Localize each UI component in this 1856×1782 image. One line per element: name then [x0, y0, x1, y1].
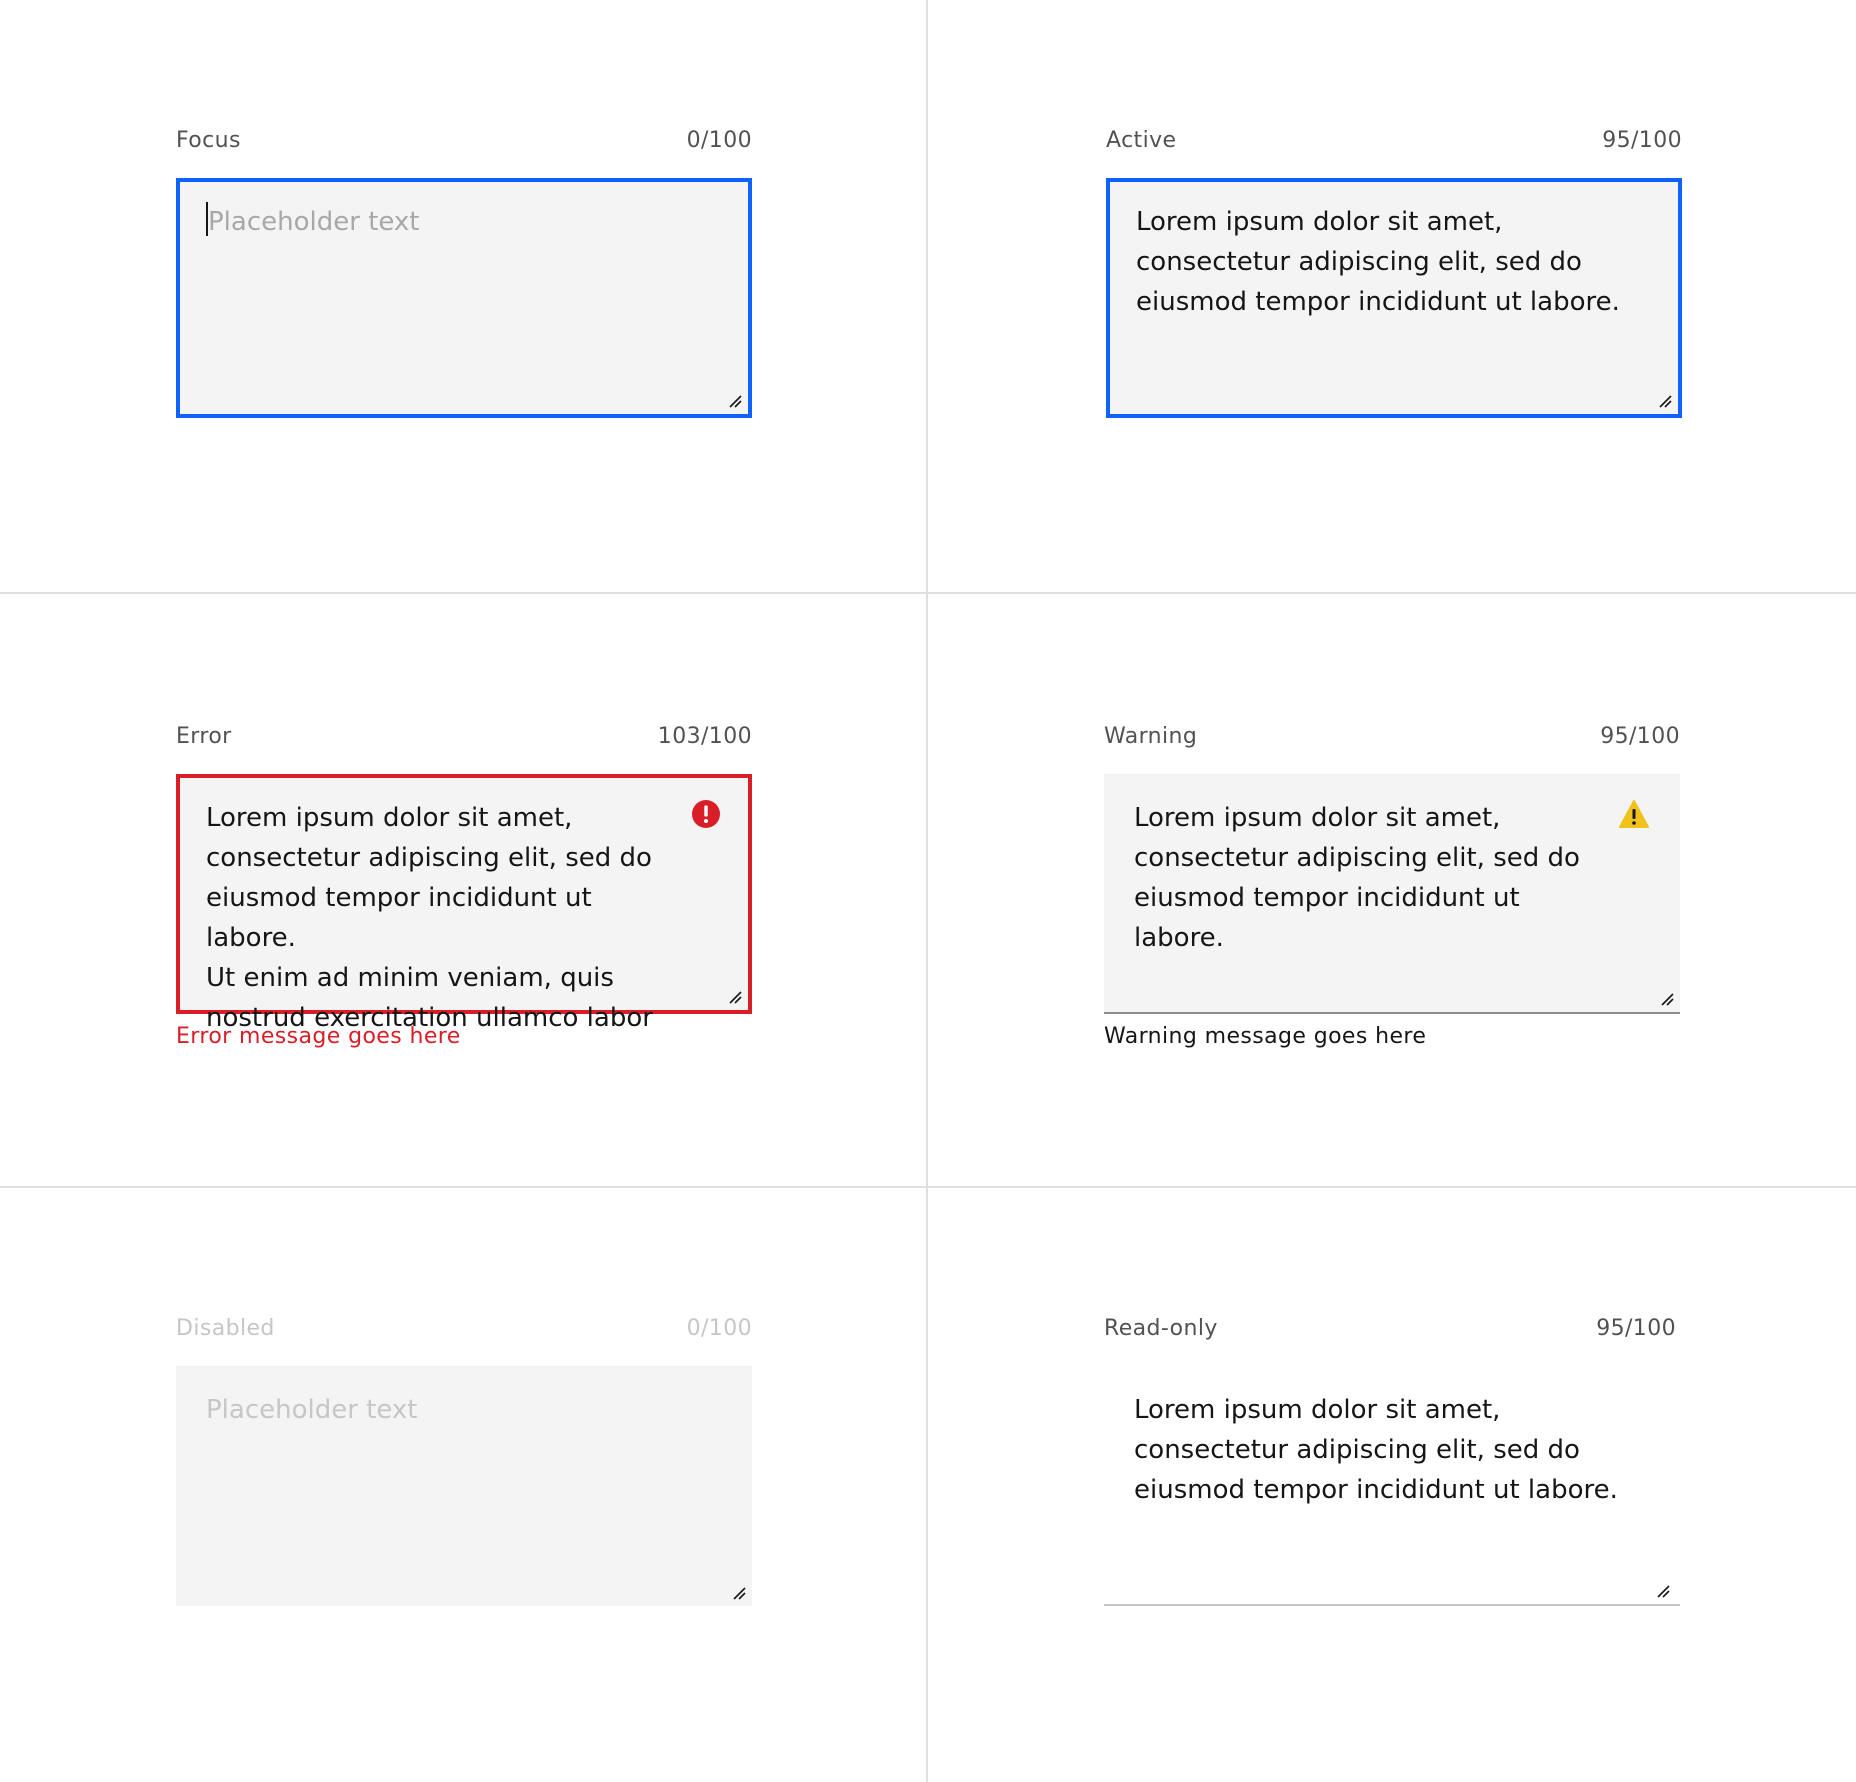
textarea-warning[interactable]: Lorem ipsum dolor sit amet, consectetur …: [1104, 774, 1680, 1014]
textarea-active[interactable]: Lorem ipsum dolor sit amet, consectetur …: [1106, 178, 1682, 418]
resize-handle-icon[interactable]: [1658, 394, 1672, 408]
placeholder-text: Placeholder text: [206, 1395, 418, 1425]
error-filled-icon: [692, 800, 720, 828]
horizontal-divider: [0, 592, 1856, 594]
label-row: Focus 0/100: [176, 128, 752, 158]
textarea-value: Lorem ipsum dolor sit amet, consectetur …: [206, 803, 653, 1033]
resize-handle-icon[interactable]: [1656, 1584, 1670, 1598]
character-counter: 103/100: [657, 724, 752, 749]
character-counter: 0/100: [686, 128, 752, 153]
textarea-error-example: Error 103/100 Lorem ipsum dolor sit amet…: [176, 724, 752, 1049]
textarea-warning-example: Warning 95/100 Lorem ipsum dolor sit ame…: [1104, 724, 1680, 1049]
vertical-divider: [926, 0, 928, 1782]
resize-handle-icon[interactable]: [728, 394, 742, 408]
placeholder-text: Placeholder text: [208, 207, 420, 237]
label-row: Warning 95/100: [1104, 724, 1680, 754]
textarea-value: Lorem ipsum dolor sit amet, consectetur …: [1136, 207, 1620, 317]
textarea-active-example: Active 95/100 Lorem ipsum dolor sit amet…: [1106, 128, 1682, 418]
label-row: Read-only 95/100: [1104, 1316, 1680, 1346]
character-counter: 95/100: [1600, 724, 1680, 749]
character-counter: 95/100: [1596, 1316, 1676, 1341]
field-label: Focus: [176, 128, 241, 153]
resize-handle-icon[interactable]: [728, 990, 742, 1004]
resize-handle-icon[interactable]: [1660, 992, 1674, 1006]
textarea-value: Lorem ipsum dolor sit amet, consectetur …: [1134, 803, 1580, 953]
textarea-readonly[interactable]: Lorem ipsum dolor sit amet, consectetur …: [1104, 1366, 1680, 1606]
character-counter: 95/100: [1602, 128, 1682, 153]
horizontal-divider: [0, 1186, 1856, 1188]
label-row: Active 95/100: [1106, 128, 1682, 158]
character-counter: 0/100: [686, 1316, 752, 1341]
field-label: Disabled: [176, 1316, 275, 1341]
warning-message: Warning message goes here: [1104, 1024, 1427, 1049]
textarea-disabled-example: Disabled 0/100 Placeholder text: [176, 1316, 752, 1606]
label-row: Disabled 0/100: [176, 1316, 752, 1346]
resize-handle-icon: [733, 1587, 746, 1600]
field-label: Error: [176, 724, 232, 749]
textarea-disabled: Placeholder text: [176, 1366, 752, 1606]
textarea-readonly-example: Read-only 95/100 Lorem ipsum dolor sit a…: [1104, 1316, 1680, 1606]
warning-filled-icon: [1619, 800, 1649, 828]
textarea-error[interactable]: Lorem ipsum dolor sit amet, consectetur …: [176, 774, 752, 1033]
textarea-value: Lorem ipsum dolor sit amet, consectetur …: [1134, 1395, 1618, 1505]
textarea-focus-example: Focus 0/100 Placeholder text: [176, 128, 752, 418]
field-label: Warning: [1104, 724, 1198, 749]
label-row: Error 103/100: [176, 724, 752, 754]
field-label: Read-only: [1104, 1316, 1218, 1341]
textarea-focus[interactable]: Placeholder text: [176, 178, 752, 418]
field-label: Active: [1106, 128, 1177, 153]
